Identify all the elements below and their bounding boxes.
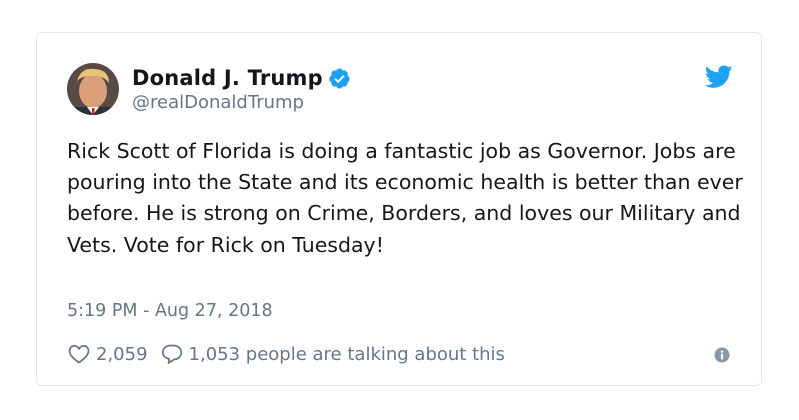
like-button[interactable]: 2,059 [67,342,148,366]
avatar[interactable] [67,63,119,115]
heart-icon [67,342,91,366]
conversation-count: 1,053 people are talking about this [188,343,505,365]
tweet-timestamp[interactable]: 5:19 PM - Aug 27, 2018 [67,301,273,321]
handle[interactable]: @realDonaldTrump [132,92,351,113]
info-icon[interactable] [714,347,730,363]
speech-bubble-icon [160,342,184,366]
verified-badge-icon [328,67,351,90]
author-info[interactable]: Donald J. Trump @realDonaldTrump [132,64,351,113]
tweet-text: Rick Scott of Florida is doing a fantast… [67,139,743,257]
tweet-card[interactable]: Donald J. Trump @realDonaldTrump Rick Sc… [36,32,762,386]
twitter-bird-icon[interactable] [704,65,733,89]
tweet-actions: 2,059 1,053 people are talking about thi… [67,342,505,366]
like-count: 2,059 [96,343,148,365]
reply-button[interactable]: 1,053 people are talking about this [160,342,505,366]
name-row: Donald J. Trump [132,64,351,92]
avatar-image [67,63,119,115]
display-name[interactable]: Donald J. Trump [132,66,323,90]
